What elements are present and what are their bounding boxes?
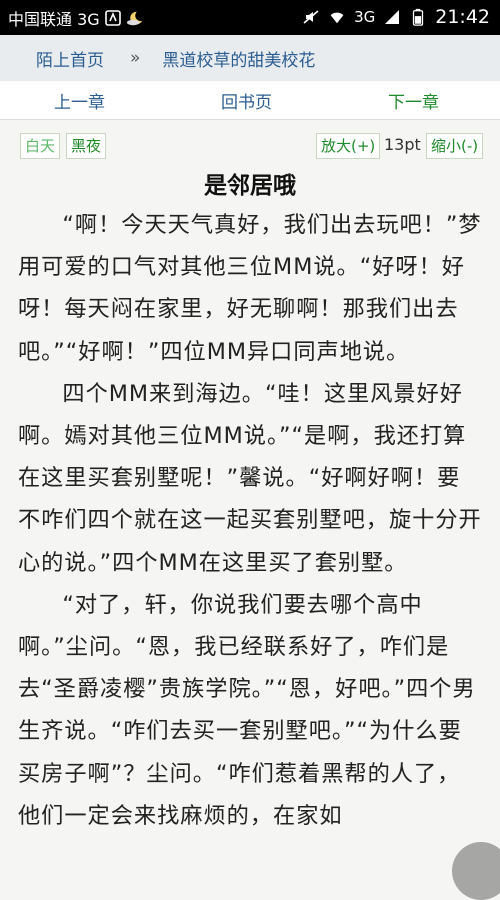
paragraph: 四个MM来到海边。“哇！这里风景好好啊。嫣对其他三位MM说。”“是啊，我还打算在… [18,380,482,576]
status-bar: 中国联通 3G 3G 21:42 [0,0,500,35]
next-chapter-link[interactable]: 下一章 [388,88,439,113]
chapter-nav: 上一章 回书页 下一章 [0,81,500,120]
speed-icon [104,10,121,26]
prev-chapter-link[interactable]: 上一章 [54,88,105,113]
chapter-content: “啊！今天天气真好，我们出去玩吧！”梦用可爱的口气对其他三位MM说。“好呀！好呀… [18,204,483,837]
status-right: 3G 21:42 [302,6,490,28]
chapter-title: 是邻居哦 [204,173,296,199]
paragraph: “对了，轩，你说我们要去哪个高中啊。”尘问。“恩，我已经联系好了，咋们是去“圣爵… [18,591,476,829]
battery-icon [413,8,424,26]
zoom-out-button[interactable]: 缩小(-) [426,133,484,159]
breadcrumb-book-link[interactable]: 黑道校草的甜美校花 [162,46,315,71]
carrier-label: 中国联通 3G [8,10,100,29]
night-mode-button[interactable]: 黑夜 [66,133,107,159]
font-size-label: 13pt [384,135,421,154]
wifi-icon [330,12,344,24]
signal-icon [385,10,400,24]
breadcrumb: 陌上首页 » 黑道校草的甜美校花 [0,35,500,82]
mute-icon [303,10,319,24]
breadcrumb-separator: » [130,48,141,68]
book-page-link[interactable]: 回书页 [221,88,272,113]
floating-assist-button[interactable] [452,842,500,900]
network-type: 3G [354,8,376,26]
paragraph: “啊！今天天气真好，我们出去玩吧！”梦用可爱的口气对其他三位MM说。“好呀！好呀… [18,212,482,365]
reading-controls: 白天 黑夜 放大(+) 13pt 缩小(-) [0,133,500,161]
zoom-in-button[interactable]: 放大(+) [316,133,381,159]
day-mode-button[interactable]: 白天 [20,133,61,159]
status-left: 中国联通 3G [8,6,144,30]
clock: 21:42 [435,6,490,28]
breadcrumb-home-link[interactable]: 陌上首页 [36,46,104,71]
weather-moon-icon [126,11,142,26]
